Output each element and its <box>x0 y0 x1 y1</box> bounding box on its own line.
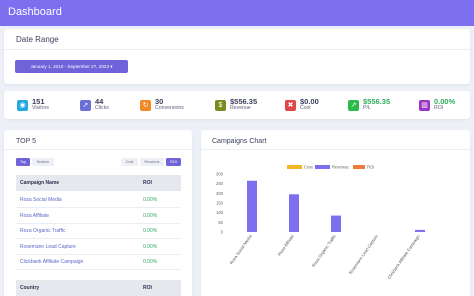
x-tick-label: Clickbank Affiliate Campaign <box>386 233 421 280</box>
stat-label: P/L <box>363 105 371 112</box>
column-header-campaign-name: Campaign Name <box>20 180 60 186</box>
chart-up-icon: ↗ <box>348 99 359 111</box>
cursor-icon: ➚ <box>80 99 91 111</box>
bar-revenue <box>331 215 341 232</box>
campaign-link[interactable]: Clickbank Affiliate Campaign <box>20 259 83 265</box>
divider <box>4 49 470 50</box>
chart-title: Campaigns Chart <box>212 138 267 145</box>
sort-tab-top[interactable]: Top <box>16 158 30 166</box>
column-header-country: Country <box>20 285 40 291</box>
date-range-title: Date Range <box>16 35 59 44</box>
campaign-link[interactable]: Roza Affiliate <box>20 213 49 219</box>
y-tick-label: 100 <box>216 210 224 215</box>
campaign-link[interactable]: Roza Organic Traffic <box>20 228 65 234</box>
roi-value: 0.00% <box>143 212 158 219</box>
stat-label: Cost <box>300 105 311 112</box>
bar-revenue <box>415 229 425 232</box>
legend-swatch <box>315 165 330 169</box>
stat-label: Revenue <box>230 105 251 112</box>
cost-icon: ✖ <box>285 99 296 111</box>
campaigns-bar-chart: Cost Revenue ROI 0 50 100 150 200 250 300 Roza Soc… <box>216 165 425 280</box>
metric-tab-cost[interactable]: Cost <box>121 158 138 166</box>
top5-title: TOP 5 <box>16 138 36 145</box>
country-table-header: Country ROI <box>16 280 181 296</box>
column-header-roi: ROI <box>143 285 152 291</box>
roi-value: 0.00% <box>143 197 158 203</box>
row-divider <box>16 269 181 270</box>
stat-cost: ✖ $0.00 Cost <box>285 96 319 114</box>
roi-value: 0.00% <box>143 243 158 250</box>
y-tick-label: 250 <box>216 181 224 186</box>
stat-clicks: ➚ 44 Clicks <box>80 96 109 114</box>
table-row: Roza Affiliate 0.00% <box>16 208 181 223</box>
x-tick-label: Roza Organic Traffic <box>311 234 337 268</box>
x-tick-label: Rosemann Lead Capture <box>348 233 379 275</box>
table-row: Rosemann Lead Capture 0.00% <box>16 239 181 254</box>
table-row: Roza Social Media 0.00% <box>16 192 181 207</box>
metric-tab-revenue[interactable]: Revenue <box>140 158 164 166</box>
stat-label: ROI <box>434 105 444 112</box>
refresh-icon: ↻ <box>140 99 151 111</box>
stat-label: Visitors <box>32 105 49 112</box>
legend-label: ROI <box>367 165 374 170</box>
stat-roi: ▥ 0.00% ROI <box>419 96 455 114</box>
y-tick-label: 150 <box>216 201 224 206</box>
x-tick-label: Roza Social Media <box>229 233 254 265</box>
legend-label: Revenue <box>332 165 349 170</box>
legend-swatch <box>353 165 365 169</box>
top-bar: Dashboard <box>0 0 474 26</box>
stat-visitors: ◉ 151 Visitors <box>17 96 49 114</box>
y-tick-label: 200 <box>216 191 224 196</box>
table-row: Roza Organic Traffic 0.00% <box>16 223 181 238</box>
money-icon: $ <box>215 99 226 111</box>
date-range-button[interactable]: January 1, 2010 - September 27, 2023 ▾ <box>15 60 128 73</box>
sort-tab-bottom[interactable]: Bottom <box>32 158 54 166</box>
date-range-card: Date Range <box>4 29 470 84</box>
y-tick-label: 0 <box>221 230 224 235</box>
bar-revenue <box>289 194 299 232</box>
campaign-link[interactable]: Rosemann Lead Capture <box>20 244 76 250</box>
y-tick-label: 300 <box>216 172 224 177</box>
stat-label: Clicks <box>95 105 109 112</box>
roi-value: 0.00% <box>143 259 158 265</box>
bar-revenue <box>247 180 257 232</box>
metric-tab-roi[interactable]: ROI <box>166 158 181 166</box>
campaign-table-header: Campaign Name ROI <box>16 175 181 191</box>
column-header-roi: ROI <box>143 180 152 186</box>
x-tick-label: Roza Affiliate <box>277 233 295 256</box>
stat-p-l: ↗ $556.35 P/L <box>348 96 390 114</box>
bar-chart-icon: ▥ <box>419 99 430 111</box>
roi-value: 0.00% <box>143 228 158 234</box>
campaign-link[interactable]: Roza Social Media <box>20 197 62 203</box>
table-row: Clickbank Affiliate Campaign 0.00% <box>16 254 181 269</box>
legend-label: Cost <box>304 165 313 170</box>
legend-swatch <box>287 165 302 169</box>
divider <box>4 149 192 150</box>
eye-icon: ◉ <box>17 99 28 111</box>
page-title: Dashboard <box>8 6 62 18</box>
stat-conversions: ↻ 30 Conversions <box>140 96 184 114</box>
stat-label: Conversions <box>155 105 184 112</box>
stat-revenue: $ $556.35 Revenue <box>215 96 257 114</box>
y-tick-label: 50 <box>218 220 223 225</box>
